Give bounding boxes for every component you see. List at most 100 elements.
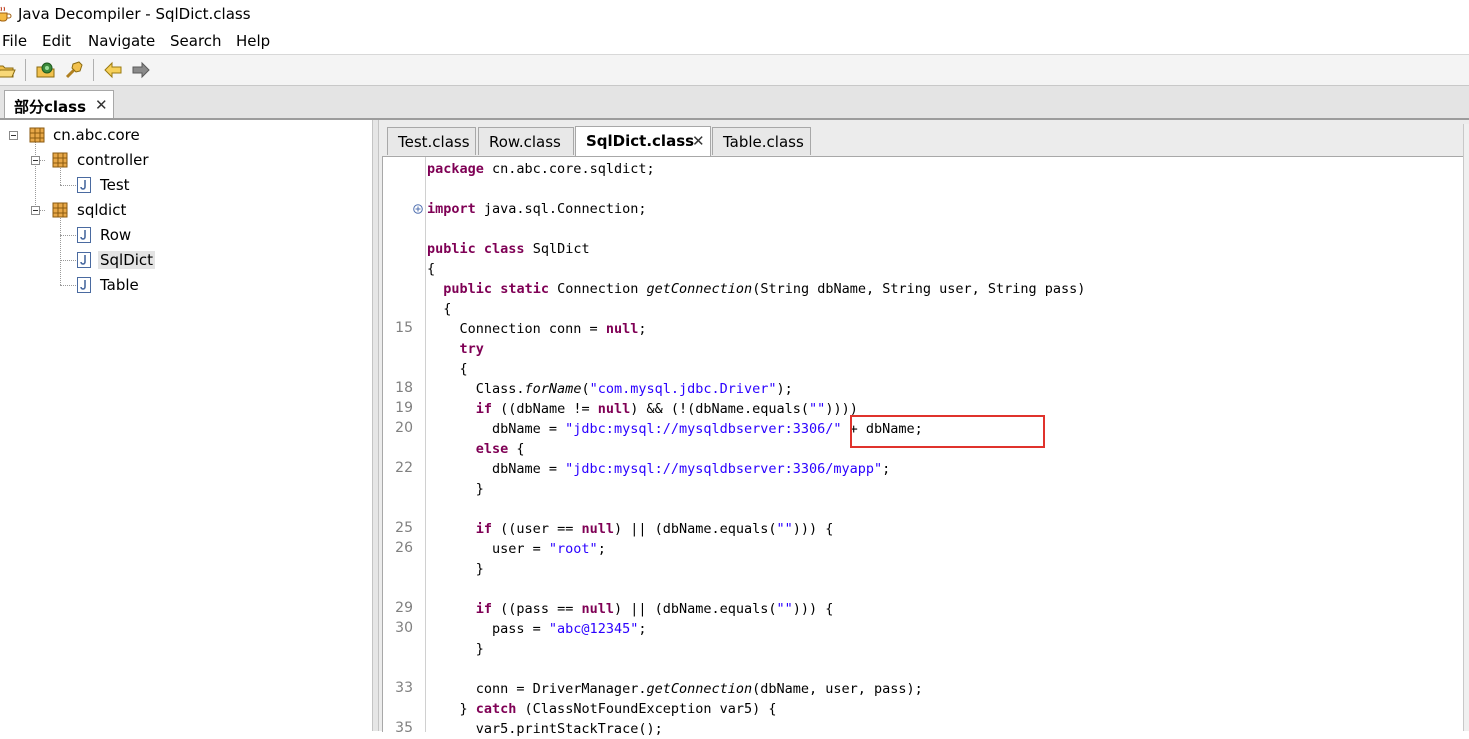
code-text: if ((pass == null) || (dbName.equals("")… (475, 601, 834, 617)
java-file-icon (77, 227, 91, 243)
line-number: 18 (395, 380, 413, 396)
collapse-icon[interactable] (9, 131, 18, 140)
code-line: } (383, 639, 1469, 659)
tree-label-package: controller (77, 151, 149, 169)
open-type-icon[interactable] (36, 60, 56, 80)
tab-test-class[interactable]: Test.class (387, 127, 476, 155)
collapse-icon[interactable] (31, 206, 40, 215)
code-line: 15 Connection conn = null; (383, 319, 1469, 339)
code-line: } catch (ClassNotFoundException var5) { (383, 699, 1469, 719)
code-line: 33 conn = DriverManager.getConnection(db… (383, 679, 1469, 699)
close-icon[interactable]: ✕ (692, 132, 705, 150)
code-text: { (427, 261, 436, 277)
code-line: } (383, 559, 1469, 579)
line-number: 25 (395, 520, 413, 536)
tab-label: Test.class (398, 133, 470, 151)
code-line: } (383, 479, 1469, 499)
code-text: try (459, 341, 484, 357)
file-tab-bar: 部分class ✕ (0, 86, 1469, 120)
code-text: else { (475, 441, 525, 457)
tree-node-class[interactable]: Test (0, 174, 200, 196)
forward-arrow-icon[interactable] (131, 60, 151, 80)
tree-label-class: Test (100, 176, 130, 194)
toolbar (0, 55, 1469, 86)
title-bar: Java Decompiler - SqlDict.class (0, 0, 1469, 30)
line-number: 29 (395, 600, 413, 616)
tree-node-class[interactable]: Table (0, 274, 200, 296)
code-text: Class.forName("com.mysql.jdbc.Driver"); (427, 381, 793, 397)
tree-node-package[interactable]: sqldict (0, 199, 200, 221)
tree-node-class-selected[interactable]: SqlDict (0, 249, 200, 271)
code-text: import java.sql.Connection; (427, 201, 647, 217)
tree-node-root[interactable]: cn.abc.core (0, 124, 200, 146)
expand-icon[interactable] (413, 204, 423, 214)
java-file-icon (77, 277, 91, 293)
package-icon (29, 127, 45, 143)
code-text: { (427, 301, 452, 317)
window-title: Java Decompiler - SqlDict.class (18, 5, 251, 23)
menu-file[interactable]: File (2, 32, 27, 50)
tree-label-class: Row (100, 226, 132, 244)
menu-bar: File Edit Navigate Search Help (0, 30, 1469, 55)
tree-label-root: cn.abc.core (53, 126, 140, 144)
code-line: import java.sql.Connection; (383, 199, 1469, 219)
tab-label: Table.class (723, 133, 804, 151)
code-line: package cn.abc.core.sqldict; (383, 159, 1469, 179)
line-number: 33 (395, 680, 413, 696)
code-text: public static Connection getConnection(S… (443, 281, 1086, 297)
code-text: Connection conn = null; (427, 321, 647, 337)
tab-row-class[interactable]: Row.class (478, 127, 574, 155)
code-text: if ((dbName != null) && (!(dbName.equals… (475, 401, 858, 417)
menu-help[interactable]: Help (236, 32, 270, 50)
tab-table-class[interactable]: Table.class (712, 127, 811, 155)
highlight-box (850, 415, 1045, 448)
code-text: conn = DriverManager.getConnection(dbNam… (427, 681, 923, 697)
tree-node-class[interactable]: Row (0, 224, 200, 246)
menu-navigate[interactable]: Navigate (88, 32, 155, 50)
package-icon (52, 202, 68, 218)
java-file-icon (77, 177, 91, 193)
java-file-icon (77, 252, 91, 268)
code-text: package cn.abc.core.sqldict; (427, 161, 655, 177)
code-line: 25 if ((user == null) || (dbName.equals(… (383, 519, 1469, 539)
file-tab-label: 部分class (14, 98, 87, 116)
tree-label-package: sqldict (77, 201, 127, 219)
tree-node-package[interactable]: controller (0, 149, 200, 171)
line-number: 26 (395, 540, 413, 556)
app-coffee-icon (0, 6, 12, 22)
package-icon (52, 152, 68, 168)
menu-edit[interactable]: Edit (42, 32, 71, 50)
code-line: { (383, 299, 1469, 319)
code-line: 29 if ((pass == null) || (dbName.equals(… (383, 599, 1469, 619)
line-number: 19 (395, 400, 413, 416)
code-line: public static Connection getConnection(S… (383, 279, 1469, 299)
collapse-icon[interactable] (31, 156, 40, 165)
code-line: 35 var5.printStackTrace(); (383, 719, 1469, 739)
code-line: 26 user = "root"; (383, 539, 1469, 559)
code-text: } (427, 481, 484, 497)
search-icon[interactable] (64, 60, 84, 80)
code-line: { (383, 259, 1469, 279)
open-folder-icon[interactable] (0, 60, 16, 80)
line-number: 15 (395, 320, 413, 336)
tab-sqldict-class[interactable]: SqlDict.class ✕ (575, 126, 711, 156)
close-icon[interactable]: ✕ (95, 96, 108, 114)
line-number: 35 (395, 720, 413, 736)
code-text: } (427, 561, 484, 577)
menu-search[interactable]: Search (170, 32, 222, 50)
tab-label: Row.class (489, 133, 561, 151)
back-arrow-icon[interactable] (103, 60, 123, 80)
line-number: 20 (395, 420, 413, 436)
file-tab[interactable]: 部分class ✕ (4, 90, 114, 118)
panel-splitter[interactable] (372, 120, 379, 731)
code-line: public class SqlDict (383, 239, 1469, 259)
code-line: try (383, 339, 1469, 359)
vertical-scrollbar[interactable] (1463, 124, 1469, 731)
code-text: dbName = "jdbc:mysql://mysqldbserver:330… (427, 461, 891, 477)
code-text: pass = "abc@12345"; (427, 621, 647, 637)
